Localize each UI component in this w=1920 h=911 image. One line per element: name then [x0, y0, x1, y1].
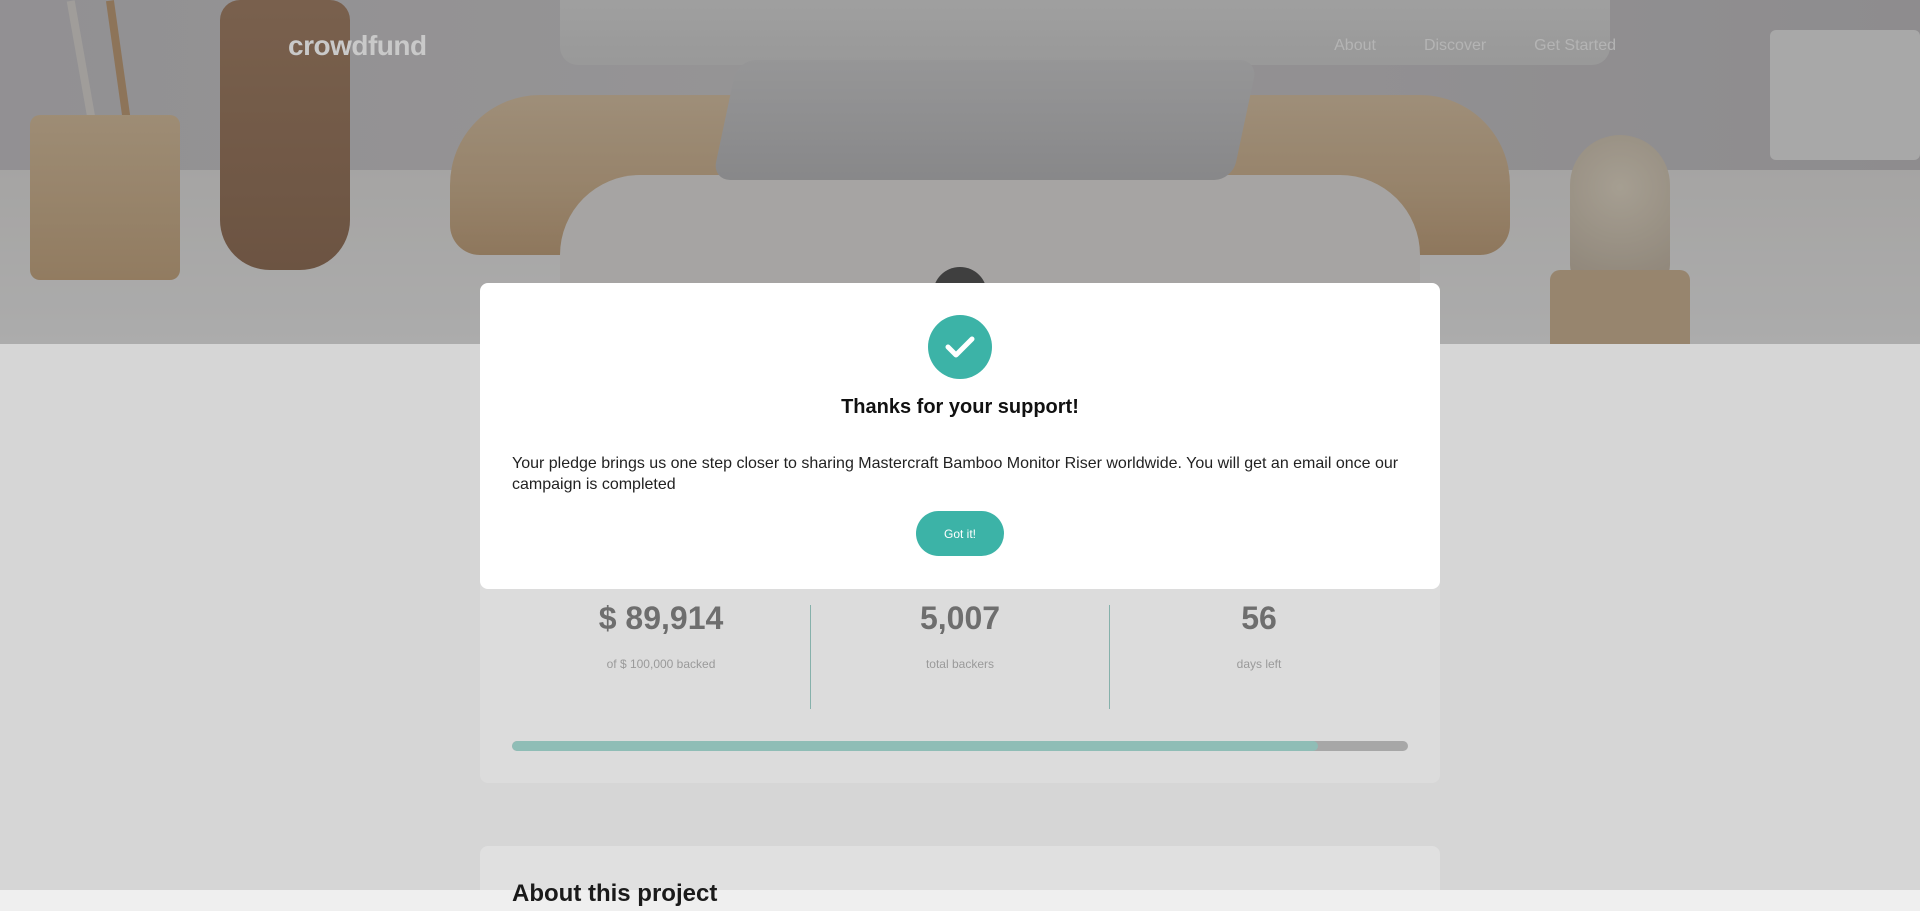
page-bottom-strip: [0, 890, 1920, 911]
site-logo[interactable]: crowdfund: [288, 30, 427, 62]
stat-value: 56: [1241, 600, 1277, 636]
main-nav: About Discover Get Started: [1334, 37, 1616, 55]
stat-days-left: 56 days left: [1110, 600, 1408, 671]
stat-label: total backers: [925, 657, 995, 671]
nav-link-discover[interactable]: Discover: [1424, 37, 1486, 55]
success-modal: Thanks for your support! Your pledge bri…: [480, 283, 1440, 589]
stat-label: days left: [1236, 657, 1282, 671]
about-title: About this project: [512, 880, 718, 907]
funding-progress-fill: [512, 741, 1318, 751]
stat-label: of $ 100,000 backed: [606, 657, 716, 671]
modal-title: Thanks for your support!: [841, 396, 1079, 418]
got-it-button[interactable]: Got it!: [916, 511, 1004, 556]
stat-backed: $ 89,914 of $ 100,000 backed: [512, 600, 810, 671]
nav-link-about[interactable]: About: [1334, 37, 1376, 55]
nav-link-get-started[interactable]: Get Started: [1534, 37, 1616, 55]
stat-value: $ 89,914: [598, 600, 724, 636]
funding-progress-bar: [512, 741, 1408, 751]
stat-backers: 5,007 total backers: [811, 600, 1109, 671]
success-check-icon: [928, 315, 992, 379]
modal-message: Your pledge brings us one step closer to…: [512, 455, 1399, 493]
stat-value: 5,007: [919, 600, 1001, 636]
